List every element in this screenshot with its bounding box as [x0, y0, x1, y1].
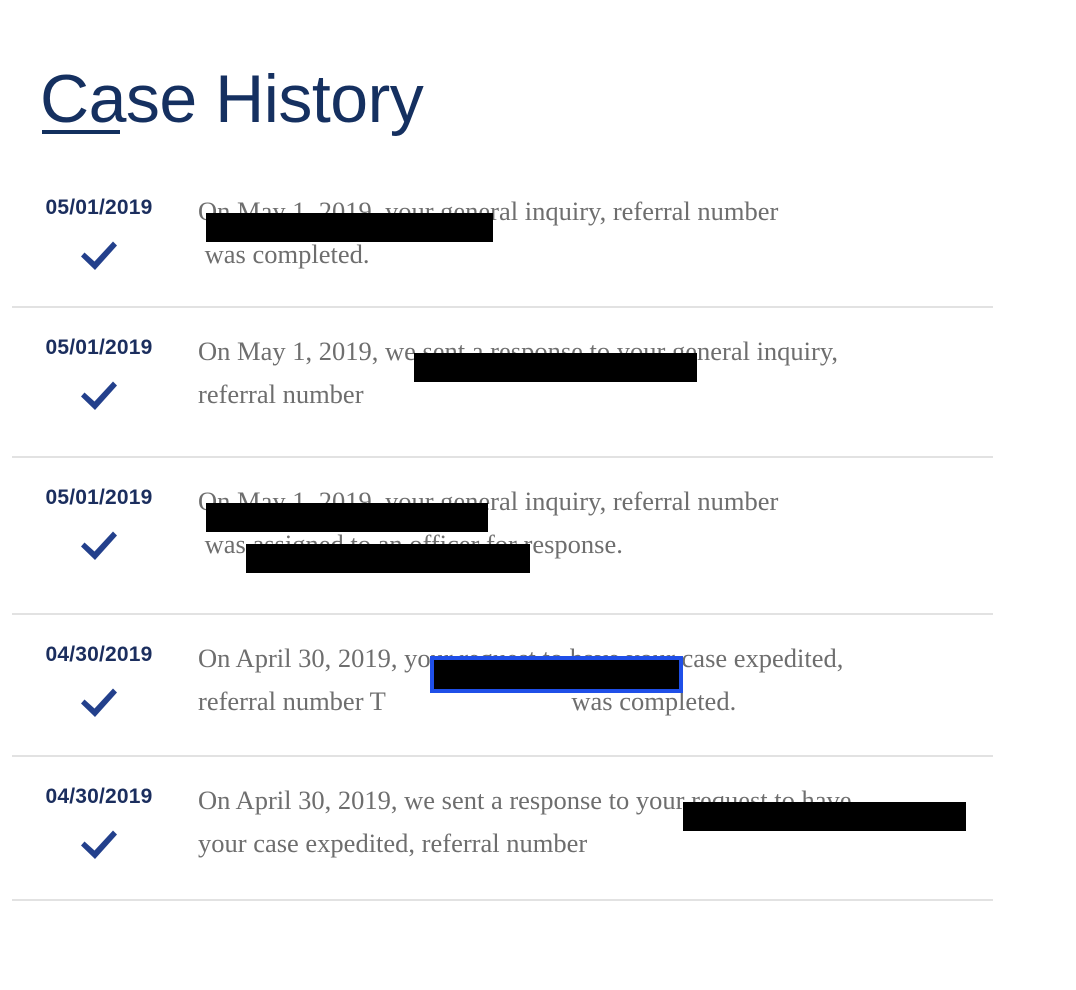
- entry-text: On May 1, 2019, your general inquiry, re…: [198, 458, 1076, 573]
- check-icon: [0, 686, 198, 720]
- entry-text: On April 30, 2019, we sent a response to…: [198, 757, 1076, 865]
- redacted-referral-number-selected[interactable]: [430, 656, 683, 693]
- redacted-referral-number: [206, 503, 488, 532]
- entry-text: On May 1, 2019, your general inquiry, re…: [198, 168, 1076, 276]
- history-entry-row: 04/30/2019 On April 30, 2019, your reques…: [0, 615, 1076, 757]
- check-icon: [0, 239, 198, 273]
- history-entry-row: 04/30/2019 On April 30, 2019, we sent a r…: [0, 757, 1076, 901]
- entry-date: 05/01/2019: [45, 486, 153, 509]
- entry-meta-column: 04/30/2019: [0, 757, 198, 862]
- entry-text: On April 30, 2019, your request to have …: [198, 615, 1076, 723]
- redacted-referral-number: [414, 353, 697, 382]
- entry-date: 04/30/2019: [45, 643, 153, 666]
- history-entry-row: 05/01/2019 On May 1, 2019, your general i…: [0, 168, 1076, 308]
- row-divider: [12, 899, 993, 901]
- check-icon: [0, 379, 198, 413]
- check-icon: [0, 529, 198, 563]
- history-entry-row: 05/01/2019 On May 1, 2019, we sent a resp…: [0, 308, 1076, 458]
- redacted-referral-number: [206, 213, 493, 242]
- redacted-referral-number: [683, 802, 966, 831]
- page-title: Case History: [40, 60, 424, 137]
- entry-date: 04/30/2019: [45, 785, 153, 808]
- entry-date: 05/01/2019: [45, 336, 153, 359]
- entry-date: 05/01/2019: [45, 196, 153, 219]
- case-history-page: Case History 05/01/2019 On May 1, 2019, y…: [0, 0, 1076, 990]
- entry-meta-column: 05/01/2019: [0, 308, 198, 413]
- case-history-list: 05/01/2019 On May 1, 2019, your general i…: [0, 168, 1076, 901]
- title-underline-rule: [42, 130, 120, 134]
- entry-text: On May 1, 2019, we sent a response to yo…: [198, 308, 1076, 416]
- entry-meta-column: 05/01/2019: [0, 458, 198, 563]
- entry-meta-column: 04/30/2019: [0, 615, 198, 720]
- check-icon: [0, 828, 198, 862]
- redacted-officer-name: [246, 544, 530, 573]
- entry-meta-column: 05/01/2019: [0, 168, 198, 273]
- history-entry-row: 05/01/2019 On May 1, 2019, your general i…: [0, 458, 1076, 615]
